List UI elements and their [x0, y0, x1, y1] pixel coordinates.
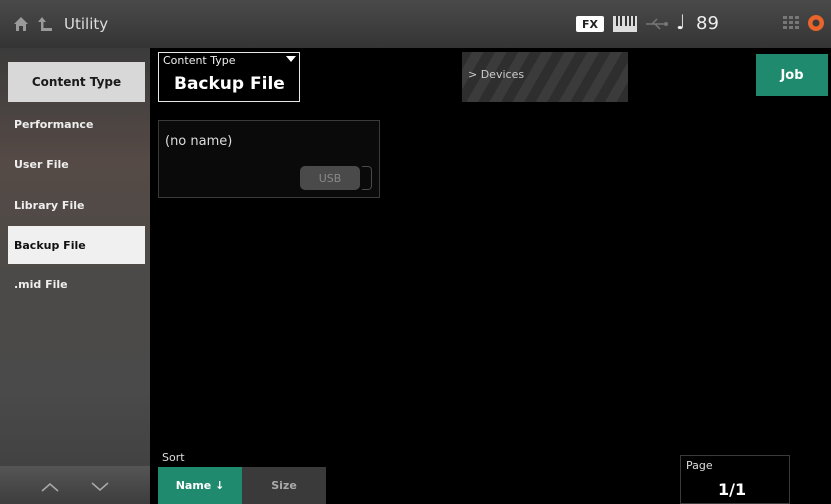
content-type-value: Backup File	[174, 74, 285, 94]
sidebar-item-user-file[interactable]: User File	[8, 145, 145, 183]
note-icon: ♩	[676, 10, 686, 34]
sidebar-item-library-file[interactable]: Library File	[8, 186, 145, 224]
page-value: 1/1	[718, 480, 747, 499]
page-label: Page	[686, 459, 713, 472]
chevron-down-icon[interactable]	[80, 476, 120, 498]
screen-title: Utility	[64, 15, 109, 33]
fx-badge: FX	[576, 16, 604, 32]
gear-icon[interactable]	[806, 12, 826, 38]
dropdown-caret-icon	[286, 56, 296, 62]
file-name: (no name)	[165, 134, 233, 149]
usb-tag-edge	[362, 166, 372, 190]
usb-tag: USB	[300, 166, 360, 190]
devices-button[interactable]: > Devices	[462, 52, 628, 102]
sidebar-item-backup-file[interactable]: Backup File	[8, 226, 145, 264]
sidebar-item-performance[interactable]: Performance	[8, 105, 145, 143]
grid-icon[interactable]	[782, 14, 800, 36]
sidebar-header: Content Type	[8, 62, 145, 102]
usb-icon	[644, 15, 670, 37]
home-icon[interactable]	[12, 0, 30, 48]
sort-by-size-button[interactable]: Size	[242, 467, 326, 504]
content-type-label: Content Type	[163, 54, 236, 67]
job-button[interactable]: Job	[756, 54, 828, 96]
sort-by-name-button[interactable]: Name ↓	[158, 467, 242, 504]
sidebar-scroll-bar	[0, 466, 150, 504]
keyboard-icon	[612, 15, 638, 37]
sidebar-item-mid-file[interactable]: .mid File	[8, 265, 145, 303]
sort-label: Sort	[162, 451, 185, 464]
top-bar: Utility FX ♩ 89	[0, 0, 831, 48]
up-arrow-icon[interactable]	[38, 0, 54, 48]
tempo-value[interactable]: 89	[696, 13, 719, 34]
chevron-up-icon[interactable]	[30, 476, 70, 498]
